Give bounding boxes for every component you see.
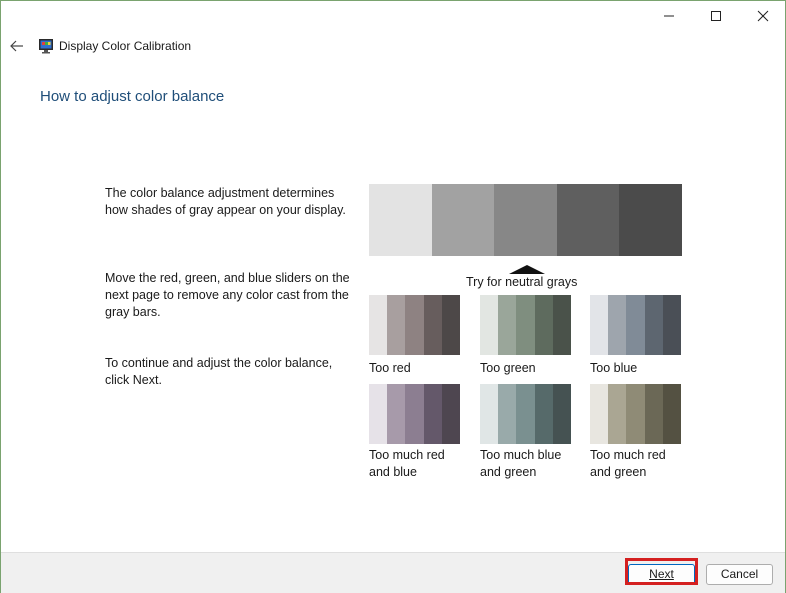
gray-bar-5 [619,184,682,256]
calibration-window: Display Color Calibration How to adjust … [0,0,786,593]
swatch-shade-3 [405,384,424,444]
swatch-shade-1 [590,295,609,355]
title-bar [1,1,785,31]
maximize-icon [711,11,721,21]
pointer-up-icon [509,265,545,274]
swatch-shade-5 [441,295,461,355]
neutral-grays-label: Try for neutral grays [466,275,578,289]
swatch-shade-3 [516,384,535,444]
swatch-too-blue [590,295,682,355]
swatch-shade-4 [423,295,442,355]
swatch-shade-1 [369,295,388,355]
window-title: Display Color Calibration [59,39,192,53]
minimize-icon [664,15,674,17]
swatch-too-much-blue-green [480,384,572,444]
swatch-shade-4 [644,384,663,444]
swatch-too-much-red-green [590,384,682,444]
intro-text: The color balance adjustment determines … [105,186,346,217]
back-button[interactable] [5,34,29,58]
swatch-shade-1 [480,295,499,355]
maximize-button[interactable] [693,1,739,31]
page-heading: How to adjust color balance [40,88,225,105]
label-too-green: Too green [480,361,536,375]
swatch-too-green [480,295,572,355]
back-arrow-icon [10,40,23,52]
label-too-much-red-green: Too much red and green [590,448,666,479]
minimize-button[interactable] [646,1,692,31]
sliders-text: Move the red, green, and blue sliders on… [105,271,350,319]
swatch-shade-4 [534,384,553,444]
swatch-shade-2 [498,295,517,355]
swatch-shade-3 [626,295,645,355]
swatch-shade-2 [608,384,627,444]
swatch-shade-4 [423,384,442,444]
swatch-shade-2 [387,384,406,444]
swatch-shade-5 [552,295,572,355]
swatch-shade-3 [516,295,535,355]
swatch-too-red [369,295,461,355]
continue-text: To continue and adjust the color balance… [105,356,333,387]
swatch-shade-5 [552,384,572,444]
swatch-shade-1 [369,384,388,444]
next-button-highlight [625,558,698,585]
display-calibration-icon [39,39,53,54]
swatch-shade-2 [498,384,517,444]
swatch-shade-5 [662,295,682,355]
neutral-gray-bars [369,184,682,256]
swatch-shade-3 [405,295,424,355]
gray-bar-1 [369,184,432,256]
swatch-shade-2 [387,295,406,355]
gray-bar-3 [494,184,557,256]
swatch-shade-4 [644,295,663,355]
label-too-red: Too red [369,361,411,375]
label-too-much-red-blue: Too much red and blue [369,448,445,479]
cancel-button[interactable]: Cancel [706,564,773,585]
close-icon [757,10,769,22]
close-button[interactable] [740,1,786,31]
swatch-shade-3 [626,384,645,444]
label-too-much-blue-green: Too much blue and green [480,448,562,479]
swatch-shade-5 [441,384,461,444]
swatch-shade-1 [480,384,499,444]
label-too-blue: Too blue [590,361,638,375]
swatch-shade-4 [534,295,553,355]
swatch-too-much-red-blue [369,384,461,444]
swatch-shade-5 [662,384,682,444]
gray-bar-2 [431,184,495,256]
navigation-bar: Display Color Calibration [1,31,785,63]
swatch-shade-1 [590,384,609,444]
swatch-shade-2 [608,295,627,355]
gray-bar-4 [556,184,620,256]
